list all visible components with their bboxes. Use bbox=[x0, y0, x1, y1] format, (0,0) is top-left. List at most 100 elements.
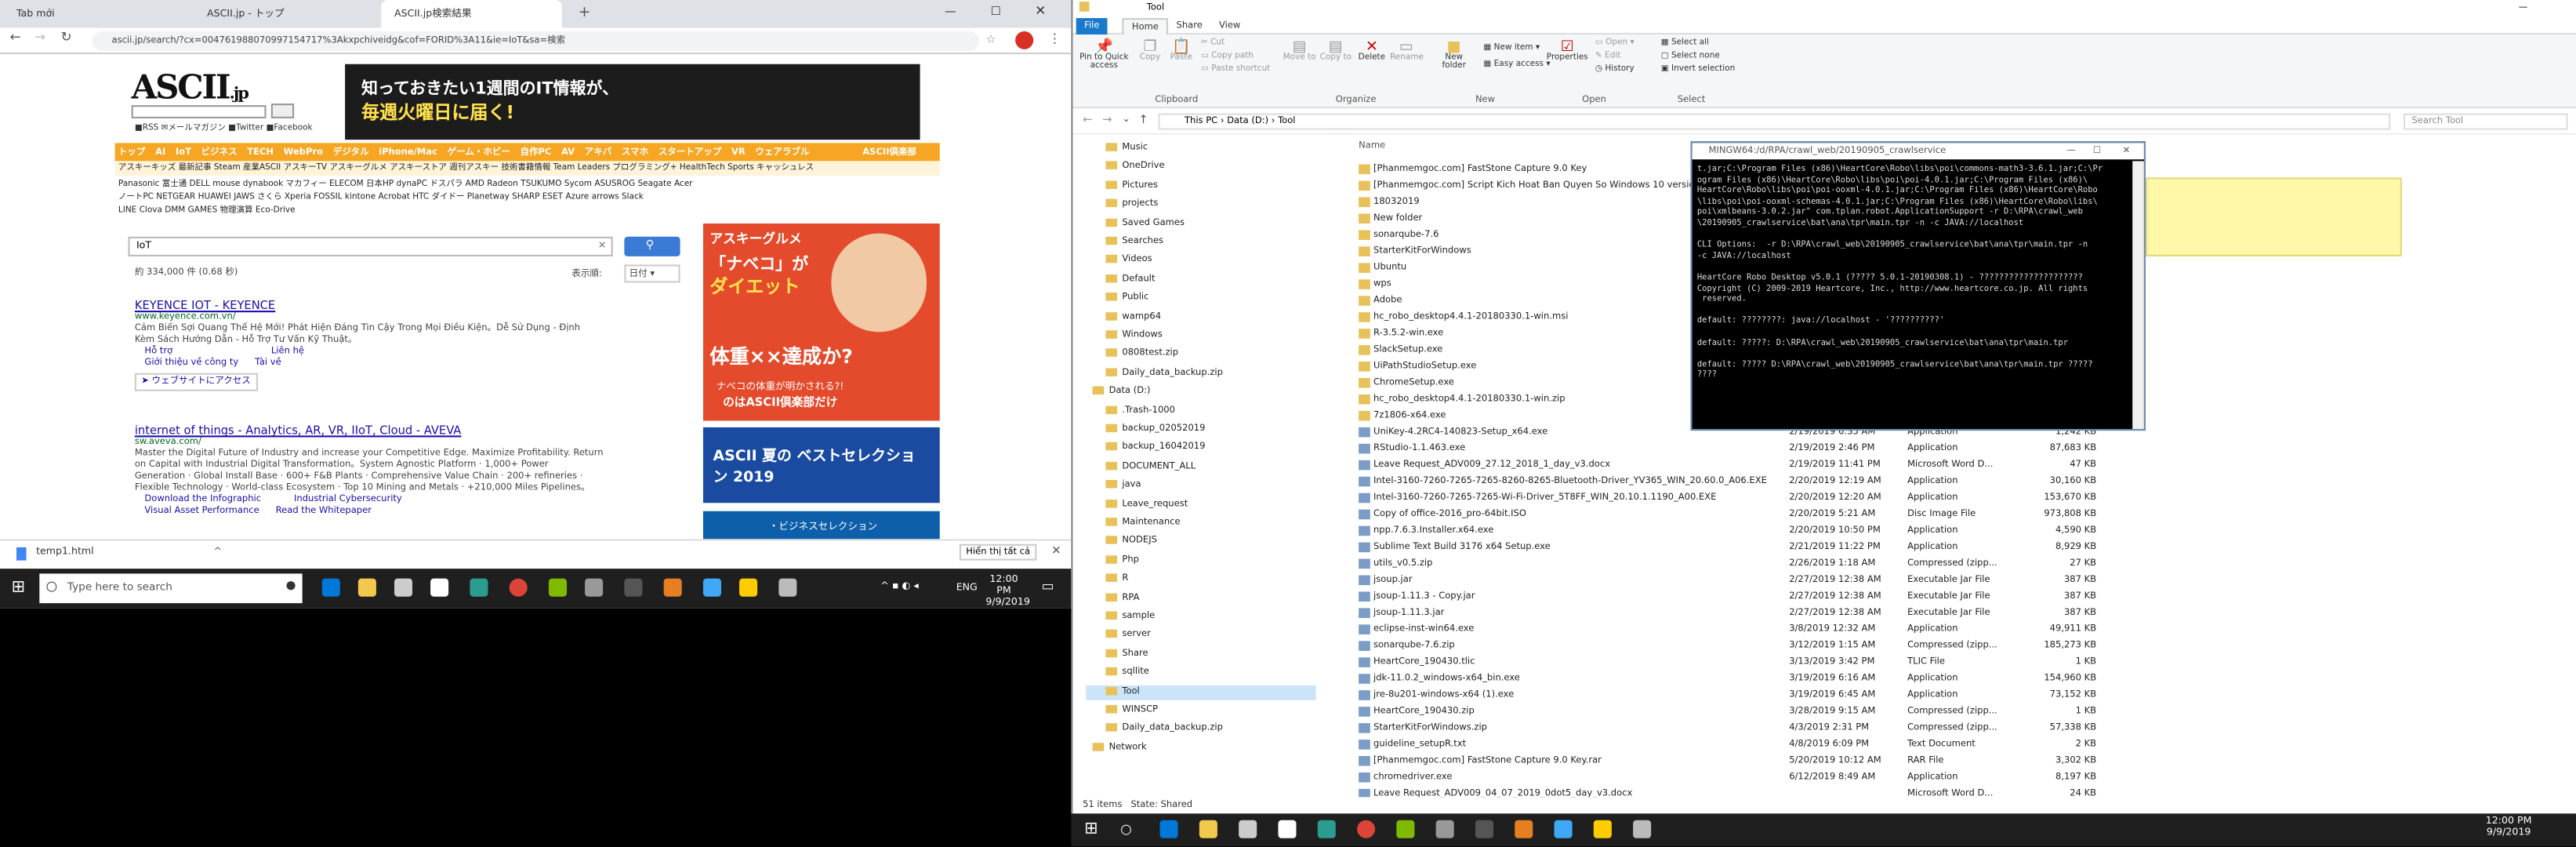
star-icon[interactable]: ☆ bbox=[985, 33, 996, 46]
clock[interactable]: 12:00 PM 9/9/2019 bbox=[985, 573, 1029, 608]
sticky-notes-icon[interactable] bbox=[1593, 820, 1612, 838]
file-row[interactable]: Copy of office-2016_pro-64bit.ISO 2/20/20… bbox=[1349, 506, 2335, 522]
open-button[interactable]: ▭ Open ▾ bbox=[1595, 38, 1634, 49]
back-icon[interactable]: ← bbox=[10, 30, 21, 45]
clear-icon[interactable]: ✕ bbox=[598, 238, 607, 255]
file-row[interactable]: sonarqube-7.6.zip 3/12/2019 1:15 AM Compre… bbox=[1349, 638, 2335, 654]
file-row[interactable]: jsoup-1.11.3 - Copy.jar 2/27/2019 12:38 A… bbox=[1349, 588, 2335, 605]
file-row[interactable]: jsoup.jar 2/27/2019 12:38 AM Executable Ja… bbox=[1349, 572, 2335, 588]
tab-share[interactable]: Share bbox=[1168, 18, 1210, 35]
app-icon[interactable] bbox=[1554, 820, 1573, 838]
tree-item[interactable]: Windows bbox=[1105, 329, 1163, 344]
tree-item[interactable]: Leave_request bbox=[1105, 497, 1188, 512]
tree-item[interactable]: Saved Games bbox=[1105, 216, 1185, 231]
explorer-search-input[interactable]: Search Tool bbox=[2404, 113, 2568, 130]
tree-item[interactable]: OneDrive bbox=[1105, 160, 1165, 175]
tree-item[interactable]: server bbox=[1105, 628, 1151, 643]
download-item[interactable]: temp1.html bbox=[36, 546, 94, 558]
mail-icon[interactable] bbox=[1278, 820, 1297, 838]
tree-item[interactable]: Music bbox=[1105, 141, 1148, 156]
tree-item[interactable]: 0808test.zip bbox=[1105, 347, 1178, 362]
close-icon[interactable]: ✕ bbox=[1035, 3, 1046, 18]
file-row[interactable]: Leave Request_ADV009_27.12_2018_1_day_v3… bbox=[1349, 457, 2335, 474]
terminal-icon[interactable] bbox=[1475, 820, 1493, 838]
language-indicator[interactable]: ENG bbox=[956, 582, 978, 594]
tab-new[interactable]: Tab mới bbox=[3, 0, 184, 28]
result-2-link[interactable]: Visual Asset Performance bbox=[144, 506, 259, 516]
newsletter-banner[interactable]: 知っておきたい1週間のIT情報が、 毎週火曜日に届く! bbox=[345, 64, 920, 140]
file-row[interactable]: jdk-11.0.2_windows-x64_bin.exe 3/19/2019 … bbox=[1349, 671, 2335, 687]
nav-item[interactable]: iPhone/Mac bbox=[379, 148, 437, 158]
tab-ascii-search[interactable]: ASCII.jp検索結果 bbox=[381, 0, 562, 28]
breadcrumb-item[interactable]: This PC bbox=[1185, 117, 1217, 127]
app-icon[interactable] bbox=[548, 578, 568, 597]
tree-item[interactable]: projects bbox=[1105, 198, 1158, 213]
forward-icon[interactable]: → bbox=[34, 30, 45, 45]
file-row[interactable]: guideline_setupR.txt 4/8/2019 6:09 PM Text… bbox=[1349, 736, 2335, 753]
tab-home[interactable]: Home bbox=[1122, 18, 1169, 35]
nav-item[interactable]: ビジネス bbox=[201, 148, 238, 158]
sticky-notes-icon[interactable] bbox=[739, 578, 758, 597]
store-icon[interactable] bbox=[1239, 820, 1257, 838]
file-row[interactable]: [Phanmemgoc.com] FastStone Capture 9.0 K… bbox=[1349, 753, 2335, 769]
tree-item[interactable]: backup_16042019 bbox=[1105, 441, 1205, 456]
ad-banner-summer[interactable]: ASCII 夏の ベストセレクション 2019 bbox=[702, 427, 940, 503]
paste-button[interactable]: 📋 Paste bbox=[1166, 41, 1196, 63]
result-2-link[interactable]: Download the Infographic bbox=[144, 495, 261, 505]
folder-icon[interactable] bbox=[357, 578, 376, 597]
move-to-button[interactable]: ▤ Move to bbox=[1283, 41, 1316, 63]
menu-icon[interactable]: ⋮ bbox=[1048, 31, 1061, 46]
paste-shortcut-button[interactable]: ▭ Paste shortcut bbox=[1201, 64, 1270, 75]
tree-item[interactable]: Daily_data_backup.zip bbox=[1105, 722, 1223, 737]
copy-path-button[interactable]: ▭ Copy path bbox=[1201, 51, 1254, 62]
app-icon[interactable] bbox=[585, 578, 604, 597]
social-links[interactable]: ■RSS ✉メールマガジン ■Twitter ■Facebook bbox=[135, 122, 313, 133]
edit-button[interactable]: ✎ Edit bbox=[1595, 51, 1620, 62]
tab-ascii-top[interactable]: ASCII.jp - トップ bbox=[194, 0, 371, 28]
tree-item[interactable]: backup_02052019 bbox=[1105, 423, 1205, 438]
new-item-button[interactable]: ▦ New item ▾ bbox=[1483, 43, 1540, 54]
ad-banner-business[interactable]: ・ビジネスセレクション bbox=[702, 511, 940, 540]
file-row[interactable]: Leave Request_ADV009_04_07_2019_0dot5_da… bbox=[1349, 786, 2335, 798]
tree-item[interactable]: Network bbox=[1092, 741, 1147, 756]
invert-selection-button[interactable]: ▣ Invert selection bbox=[1661, 64, 1736, 75]
close-icon[interactable]: ✕ bbox=[2123, 143, 2131, 159]
select-all-button[interactable]: ▦ Select all bbox=[1661, 38, 1709, 49]
tree-item[interactable]: sqllite bbox=[1105, 666, 1149, 681]
result-1-link[interactable]: Liên hệ bbox=[172, 347, 304, 357]
tree-item[interactable]: java bbox=[1105, 478, 1141, 493]
tree-item[interactable]: Videos bbox=[1105, 254, 1152, 269]
tab-view[interactable]: View bbox=[1211, 18, 1249, 35]
tree-item[interactable]: Public bbox=[1105, 291, 1148, 306]
result-1-title[interactable]: KEYENCE IOT - KEYENCE bbox=[135, 300, 580, 313]
easy-access-button[interactable]: ▦ Easy access ▾ bbox=[1483, 60, 1550, 71]
breadcrumb-item[interactable]: Data (D:) bbox=[1227, 117, 1268, 127]
nav-item[interactable]: トップ bbox=[118, 148, 146, 158]
site-search-input[interactable] bbox=[131, 105, 267, 118]
result-2-url[interactable]: sw.aveva.com/ bbox=[135, 437, 604, 449]
edge-icon[interactable] bbox=[1159, 820, 1178, 838]
column-header-name[interactable]: Name bbox=[1359, 141, 1385, 151]
folder-icon[interactable] bbox=[1199, 820, 1217, 838]
start-icon[interactable]: ⊞ bbox=[12, 579, 26, 597]
sublime-icon[interactable] bbox=[1515, 820, 1533, 838]
file-row[interactable]: Intel-3160-7260-7265-7265-8260-8265-Blue… bbox=[1349, 474, 2335, 490]
nav-item[interactable]: デジタル bbox=[333, 148, 369, 158]
tree-item[interactable]: DOCUMENT_ALL bbox=[1105, 460, 1195, 474]
tree-item[interactable]: Tool bbox=[1086, 685, 1316, 700]
nav-item[interactable]: ゲーム・ホビー bbox=[448, 148, 510, 158]
app-icon[interactable] bbox=[702, 578, 722, 597]
minimize-icon[interactable]: — bbox=[945, 5, 956, 18]
search-icon[interactable]: ○ bbox=[1120, 822, 1132, 837]
chrome-icon[interactable] bbox=[509, 578, 528, 597]
site-logo[interactable]: ASCII.jp bbox=[131, 67, 304, 107]
nav-item[interactable]: AV bbox=[561, 148, 575, 158]
tree-item[interactable]: sample bbox=[1105, 610, 1155, 625]
chevron-up-icon[interactable]: ^ bbox=[213, 546, 222, 558]
edge-icon[interactable] bbox=[321, 578, 340, 597]
up-icon[interactable]: ↑ bbox=[1138, 114, 1148, 127]
store-icon[interactable] bbox=[394, 578, 413, 597]
nav-item[interactable]: 自作PC bbox=[520, 148, 551, 158]
file-row[interactable]: HeartCore_190430.zip 3/28/2019 9:15 AM Com… bbox=[1349, 703, 2335, 720]
tree-item[interactable]: R bbox=[1105, 573, 1128, 587]
